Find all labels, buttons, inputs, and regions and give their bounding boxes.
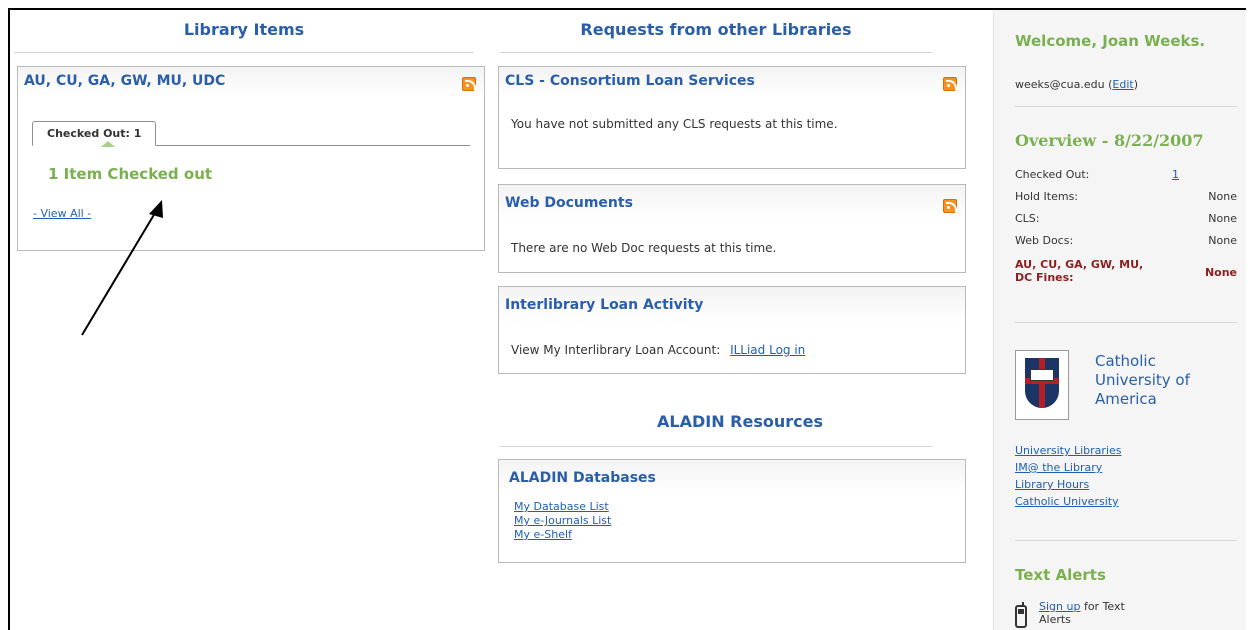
edit-close-paren: ): [1133, 78, 1139, 91]
overview-value: None: [1208, 190, 1237, 203]
panel-title: AU, CU, GA, GW, MU, UDC: [24, 73, 226, 89]
aladin-databases-panel: ALADIN Databases My Database List My e-J…: [498, 459, 966, 563]
mobile-phone-icon: [1015, 602, 1027, 628]
web-docs-message: There are no Web Doc requests at this ti…: [511, 241, 777, 255]
web-documents-panel: Web Documents There are no Web Doc reque…: [498, 184, 966, 273]
panel-header: Web Documents: [499, 185, 965, 221]
cls-panel: CLS - Consortium Loan Services You have …: [498, 66, 966, 169]
fines-label: AU, CU, GA, GW, MU, DC Fines:: [1015, 258, 1144, 284]
overview-row-checked-out: Checked Out: 1: [1015, 168, 1237, 181]
cls-message: You have not submitted any CLS requests …: [511, 117, 838, 131]
divider: [1015, 540, 1237, 541]
overview-label: Hold Items:: [1015, 190, 1079, 203]
institution-name: Catholic University of America: [1095, 352, 1190, 408]
aladin-heading: ALADIN Resources: [657, 412, 823, 431]
overview-label: Checked Out:: [1015, 168, 1090, 181]
account-sidebar: Welcome, Joan Weeks. weeks@cua.edu (Edit…: [993, 10, 1246, 630]
panel-title: CLS - Consortium Loan Services: [505, 73, 755, 89]
library-hours-link[interactable]: Library Hours: [1015, 478, 1089, 491]
overview-label: CLS:: [1015, 212, 1040, 225]
interlibrary-loan-panel: Interlibrary Loan Activity View My Inter…: [498, 286, 966, 374]
divider: [14, 52, 474, 53]
email-row: weeks@cua.edu (Edit): [1015, 78, 1138, 91]
shield-book: [1030, 369, 1054, 381]
panel-header: CLS - Consortium Loan Services: [499, 67, 965, 97]
ill-account-label: View My Interlibrary Loan Account:: [511, 343, 721, 357]
library-items-heading: Library Items: [183, 20, 305, 39]
panel-title: ALADIN Databases: [509, 470, 656, 486]
edit-profile-link[interactable]: Edit: [1112, 78, 1133, 91]
rss-feed-icon[interactable]: [943, 199, 957, 213]
fines-value: None: [1204, 266, 1237, 279]
text-alerts-signup: Sign up for Text Alerts: [1039, 600, 1149, 626]
illiad-login-link[interactable]: ILLiad Log in: [730, 343, 805, 357]
overview-value: None: [1208, 234, 1237, 247]
panel-title: Web Documents: [505, 195, 633, 211]
tab-checked-out[interactable]: Checked Out: 1: [32, 121, 157, 146]
checked-out-count-link[interactable]: 1: [1172, 168, 1179, 181]
overview-row-cls: CLS: None: [1015, 212, 1237, 225]
my-e-journals-list-link[interactable]: My e-Journals List: [514, 514, 611, 528]
panel-header: AU, CU, GA, GW, MU, UDC: [18, 67, 484, 97]
user-email: weeks@cua.edu: [1015, 78, 1105, 91]
panel-header: Interlibrary Loan Activity: [499, 287, 965, 323]
ill-account-row: View My Interlibrary Loan Account: ILLia…: [499, 323, 965, 364]
rss-feed-icon[interactable]: [462, 77, 476, 91]
annotation-arrow: [81, 200, 163, 336]
rss-feed-icon[interactable]: [943, 77, 957, 91]
overview-value: None: [1208, 212, 1237, 225]
text-alerts-title: Text Alerts: [1015, 566, 1106, 584]
my-database-list-link[interactable]: My Database List: [514, 500, 611, 514]
aladin-link-list: My Database List My e-Journals List My e…: [514, 500, 611, 542]
divider: [1015, 106, 1237, 107]
checked-out-status: 1 Item Checked out: [48, 165, 213, 183]
shield-graphic: [1025, 358, 1059, 408]
overview-row-fines: AU, CU, GA, GW, MU, DC Fines: None: [1015, 258, 1237, 284]
my-e-shelf-link[interactable]: My e-Shelf: [514, 528, 611, 542]
university-libraries-link[interactable]: University Libraries: [1015, 444, 1122, 457]
overview-row-hold-items: Hold Items: None: [1015, 190, 1237, 203]
im-the-library-link[interactable]: IM@ the Library: [1015, 461, 1102, 474]
divider: [500, 446, 932, 447]
panel-header: ALADIN Databases: [499, 460, 965, 494]
overview-row-web-docs: Web Docs: None: [1015, 234, 1237, 247]
catholic-university-link[interactable]: Catholic University: [1015, 495, 1119, 508]
overview-title: Overview - 8/22/2007: [1015, 131, 1204, 150]
welcome-message: Welcome, Joan Weeks.: [1015, 32, 1206, 50]
panel-title: Interlibrary Loan Activity: [505, 297, 704, 313]
tab-strip: Checked Out: 1: [32, 121, 470, 146]
overview-label: Web Docs:: [1015, 234, 1074, 247]
cua-shield-logo[interactable]: [1015, 350, 1069, 420]
divider: [500, 52, 932, 53]
sign-up-link[interactable]: Sign up: [1039, 600, 1080, 613]
divider: [1015, 322, 1237, 323]
requests-heading: Requests from other Libraries: [580, 20, 852, 39]
tab-pointer: [101, 141, 115, 147]
